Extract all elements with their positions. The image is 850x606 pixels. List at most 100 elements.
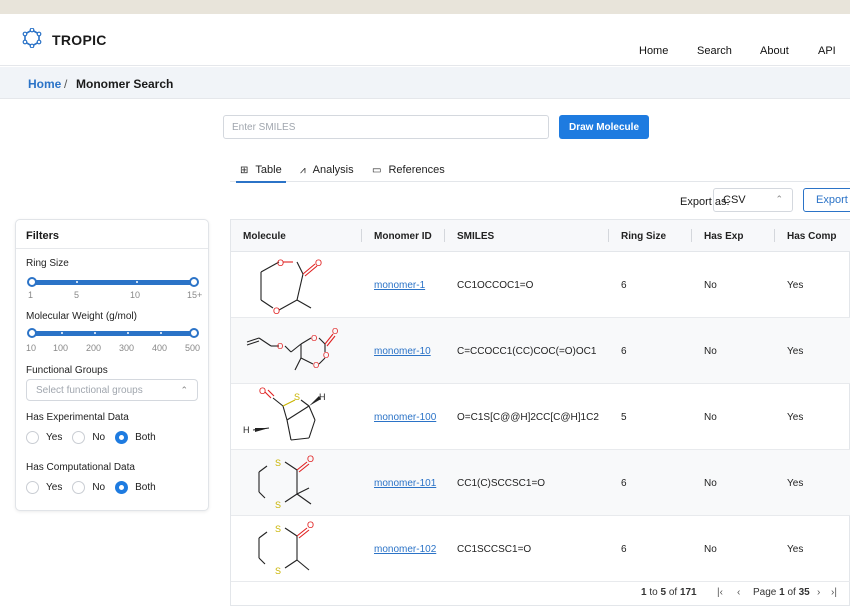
filters-divider [16,248,208,249]
has-exp-cell: No [704,478,717,489]
ring-size-cell: 5 [621,412,627,423]
tab-table[interactable]: ⊞ Table [236,164,286,183]
column-header[interactable]: Molecule [243,231,286,242]
nav-api[interactable]: API [818,45,836,57]
table-row[interactable]: S S O monomer-102 CC1SCCSC1=O 6 No Yes [231,516,850,582]
slider-mark [61,332,63,334]
mol-weight-slider[interactable] [32,331,194,336]
page-count: 35 [798,587,810,598]
column-header[interactable]: Has Exp [704,231,743,242]
radio-label: Yes [46,432,63,443]
first-page-icon[interactable]: |‹ [717,587,723,598]
ring-size-tick: 10 [130,290,141,300]
book-icon: ▭ [372,164,382,176]
column-header[interactable]: Monomer ID [374,231,432,242]
monomer-table: Molecule Monomer ID SMILES Ring Size Has… [230,219,850,606]
monomer-id-link[interactable]: monomer-102 [374,544,436,555]
previous-page-icon[interactable]: ‹ [737,587,740,598]
has-comp-no[interactable]: No [72,481,105,494]
breadcrumb-current: Monomer Search [76,77,174,91]
svg-text:O: O [307,454,314,464]
has-comp-cell: Yes [787,412,804,423]
slider-mark [94,332,96,334]
mol-weight-tick: 300 [119,343,135,353]
tab-analysis[interactable]: ⩘ Analysis [300,164,354,176]
svg-text:O: O [323,351,329,360]
svg-text:S: S [275,500,281,510]
column-divider[interactable] [691,229,692,242]
has-comp-radio-group: Yes No Both [26,481,166,494]
smiles-cell: CC1SCCSC1=O [457,544,532,555]
table-row[interactable]: O O O O O monomer-10 C=CCOCC1(CC)COC(=O)… [231,318,850,384]
table-row[interactable]: O O O monomer-1 CC1OCCOC1=O 6 No Yes [231,252,850,318]
molecule-structure: S S O [258,520,314,576]
smiles-cell: C=CCOCC1(CC)COC(=O)OC1 [457,346,597,357]
tab-references[interactable]: ▭ References [372,164,445,176]
last-page-icon[interactable]: ›| [831,587,837,598]
nav-about[interactable]: About [760,45,789,57]
functional-groups-select[interactable]: Select functional groups ⌃ [26,379,198,401]
ring-size-max-handle[interactable] [189,277,199,287]
table-header: Molecule Monomer ID SMILES Ring Size Has… [231,220,850,252]
radio-label: Both [135,482,156,493]
table-row[interactable]: S S O monomer-101 CC1(C)SCCSC1=O 6 No Ye… [231,450,850,516]
nav-home[interactable]: Home [639,45,668,57]
table-pagination: 1 to 5 of 171 |‹ ‹ Page 1 of 35 › ›| [231,579,850,606]
mol-weight-max-handle[interactable] [189,328,199,338]
column-divider[interactable] [361,229,362,242]
svg-text:S: S [275,524,281,534]
mol-weight-tick: 200 [86,343,102,353]
smiles-input[interactable] [223,115,549,139]
ring-size-min-handle[interactable] [27,277,37,287]
column-header[interactable]: SMILES [457,231,494,242]
logo[interactable]: TROPIC [22,27,107,51]
svg-text:O: O [311,334,317,343]
monomer-id-link[interactable]: monomer-100 [374,412,436,423]
slider-mark [127,332,129,334]
has-exp-both[interactable]: Both [115,431,156,444]
column-header[interactable]: Has Comp [787,231,836,242]
svg-text:O: O [313,361,319,370]
has-comp-both[interactable]: Both [115,481,156,494]
has-comp-cell: Yes [787,280,804,291]
mol-weight-tick: 500 [185,343,201,353]
ring-size-tick: 5 [74,290,80,300]
ring-size-label: Ring Size [26,258,69,269]
has-exp-yes[interactable]: Yes [26,431,62,444]
column-header[interactable]: Ring Size [621,231,666,242]
table-row[interactable]: O S H H monomer-100 O=C1S[C@@H]2CC[C@H]1… [231,384,850,450]
export-button[interactable]: Export [803,188,850,212]
has-comp-yes[interactable]: Yes [26,481,62,494]
svg-text:O: O [332,327,338,336]
pagination-total: 171 [679,587,697,598]
ring-size-cell: 6 [621,346,627,357]
radio-icon [26,481,39,494]
logo-icon [22,27,42,51]
page-word: Page [753,587,777,598]
has-exp-no[interactable]: No [72,431,105,444]
next-page-icon[interactable]: › [817,587,820,598]
monomer-id-link[interactable]: monomer-1 [374,280,425,291]
smiles-cell: CC1OCCOC1=O [457,280,534,291]
svg-text:H: H [243,425,250,435]
ring-size-cell: 6 [621,544,627,555]
column-divider[interactable] [774,229,775,242]
ring-size-slider[interactable] [32,280,194,285]
column-divider[interactable] [608,229,609,242]
pagination-to-word: to [649,587,658,598]
draw-molecule-button[interactable]: Draw Molecule [559,115,649,139]
radio-selected-icon [115,481,129,494]
monomer-id-link[interactable]: monomer-101 [374,478,436,489]
breadcrumb-home[interactable]: Home [28,77,61,91]
monomer-id-link[interactable]: monomer-10 [374,346,431,357]
filters-title: Filters [26,230,60,242]
nav-search[interactable]: Search [697,45,732,57]
functional-groups-label: Functional Groups [26,365,108,376]
tab-bar: ⊞ Table ⩘ Analysis ▭ References [230,152,850,183]
has-exp-cell: No [704,346,717,357]
mol-weight-min-handle[interactable] [27,328,37,338]
mol-weight-tick: 100 [53,343,69,353]
has-comp-label: Has Computational Data [26,462,135,473]
export-format-select[interactable]: CSV ⌃ [713,188,793,212]
column-divider[interactable] [444,229,445,242]
